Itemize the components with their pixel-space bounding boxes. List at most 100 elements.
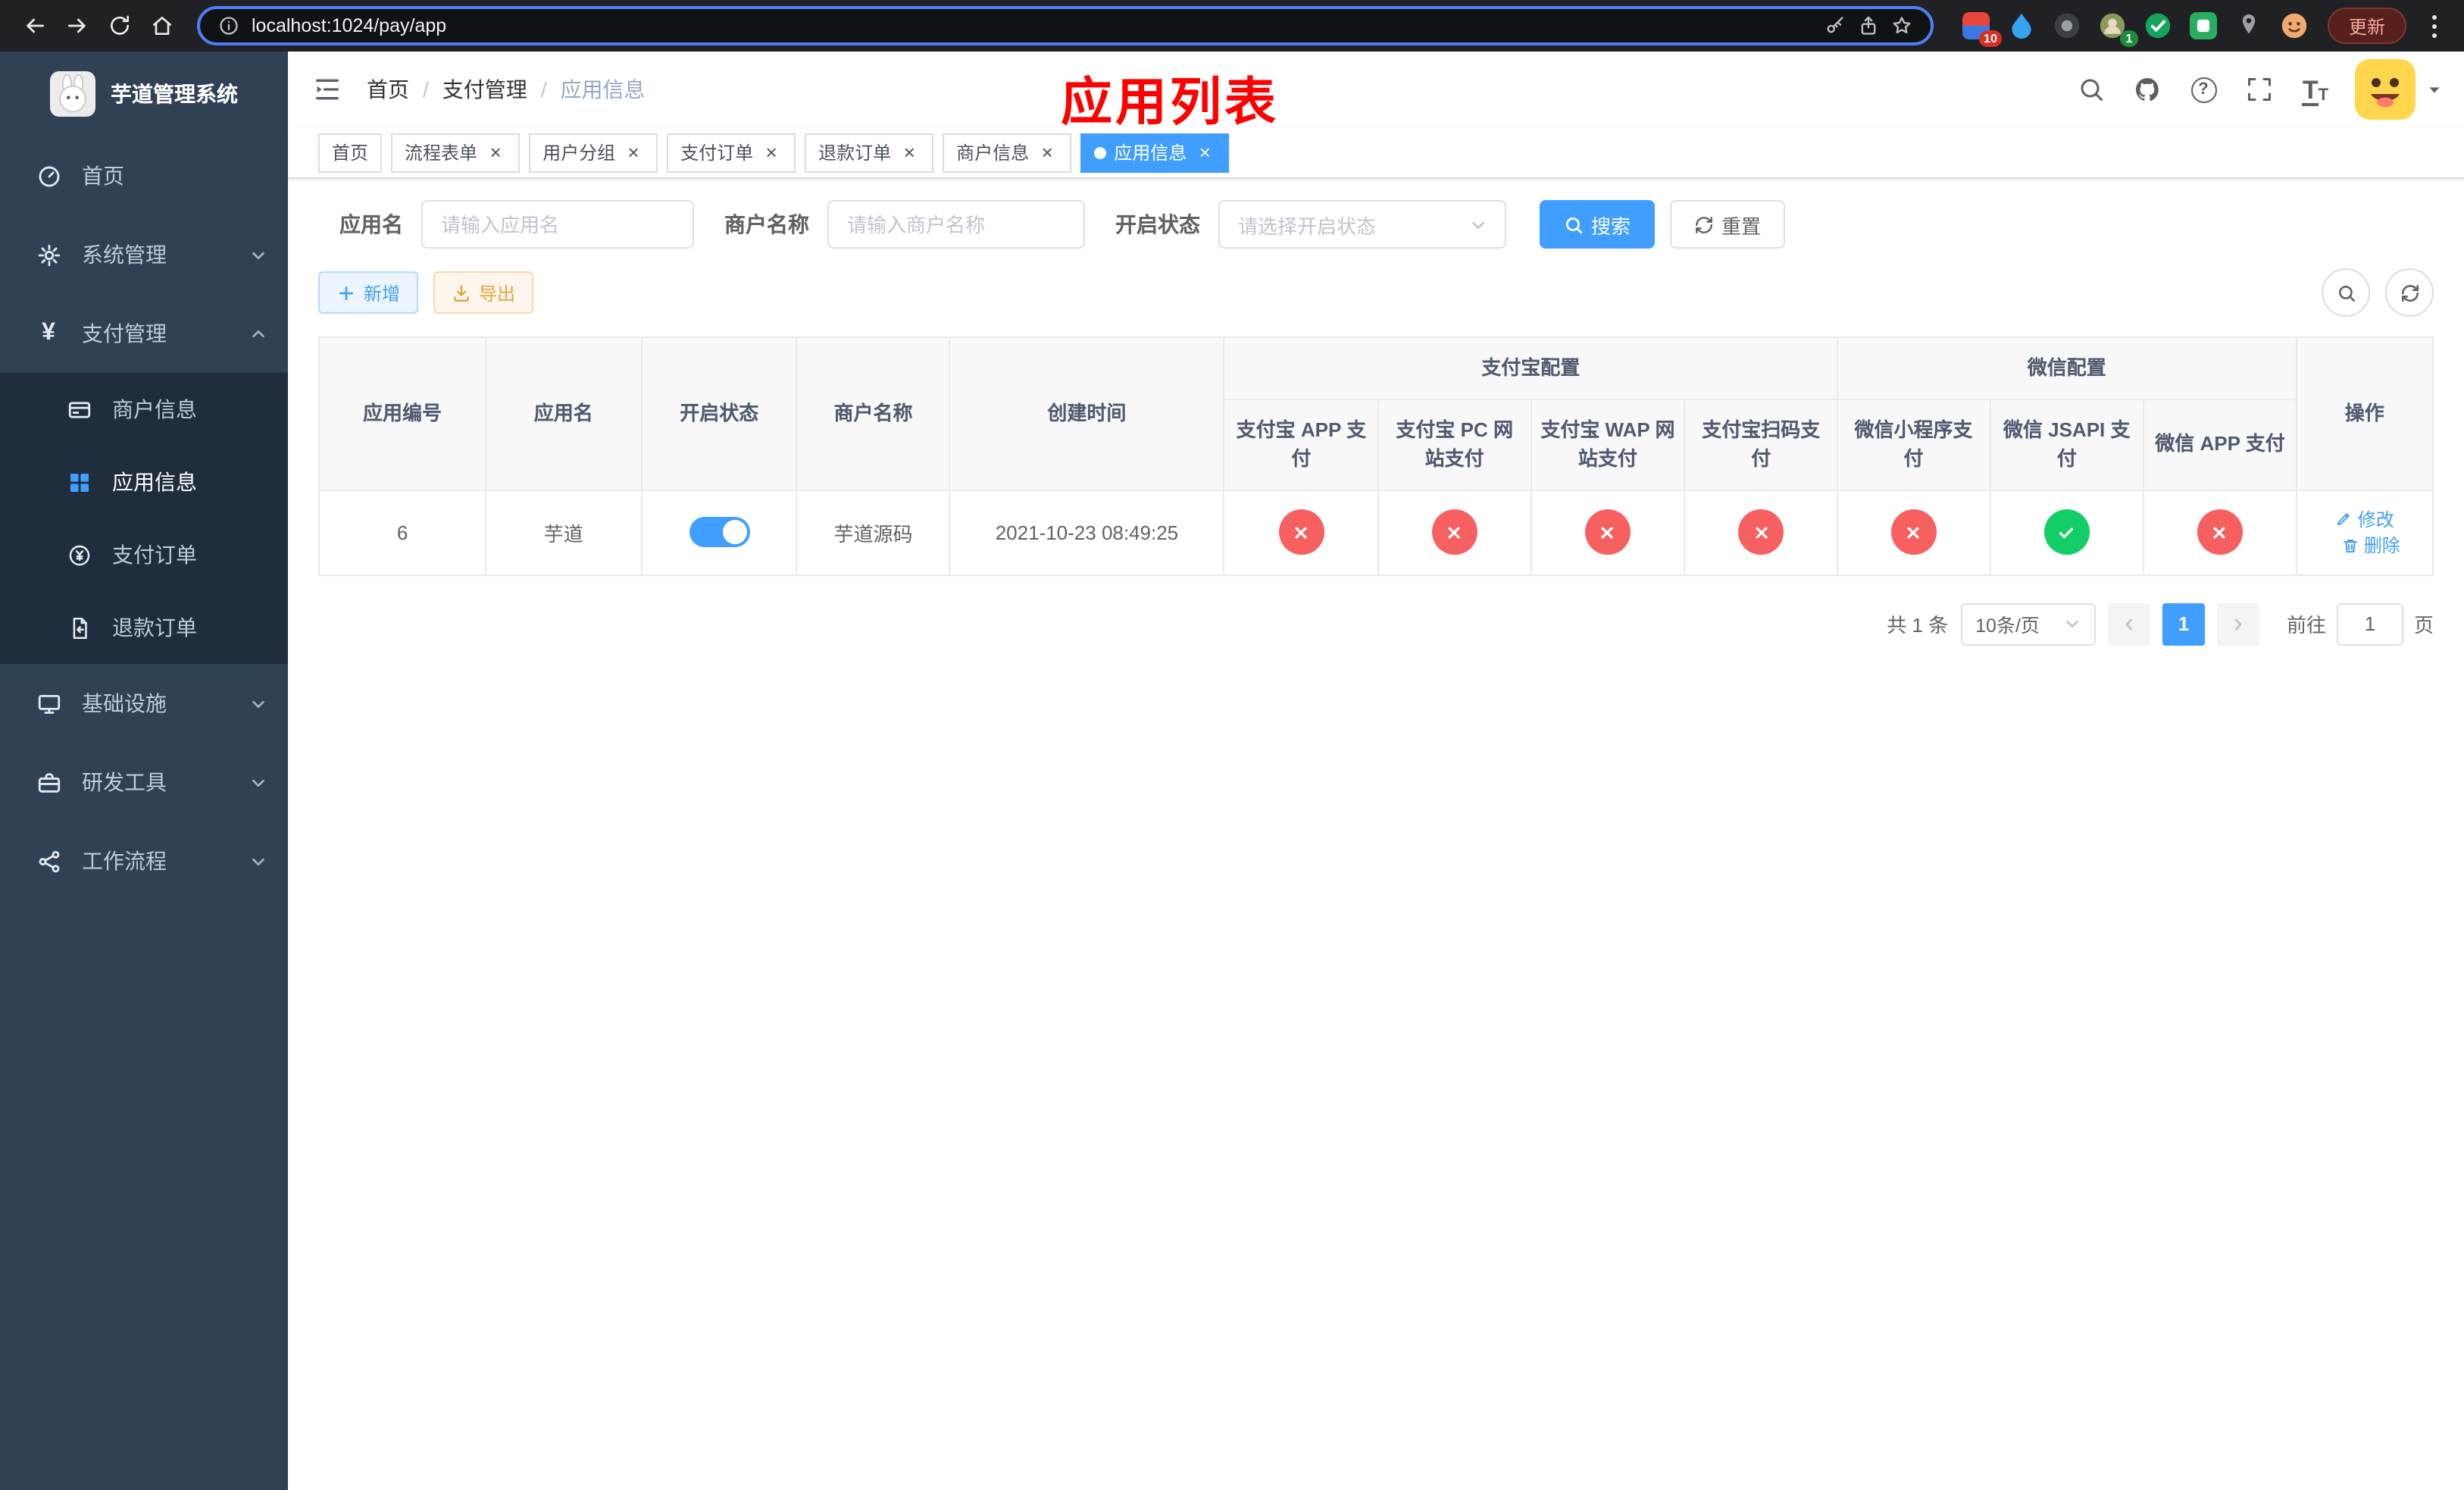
browser-update-button[interactable]: 更新 — [2327, 8, 2406, 44]
next-page-button[interactable] — [2216, 603, 2259, 645]
breadcrumb-home[interactable]: 首页 — [367, 74, 409, 105]
close-icon[interactable]: × — [485, 142, 506, 163]
breadcrumb-payment[interactable]: 支付管理 — [442, 74, 527, 105]
address-bar[interactable]: localhost:1024/pay/app — [197, 6, 1934, 45]
cell-merchant: 芋道源码 — [796, 489, 951, 575]
tab-app-info[interactable]: 应用信息 × — [1080, 133, 1230, 172]
sidebar-item-system[interactable]: 系统管理 — [0, 215, 288, 294]
extension-icon-2[interactable] — [2006, 11, 2037, 41]
sidebar-item-home[interactable]: 首页 — [0, 136, 288, 215]
close-icon[interactable]: × — [761, 142, 782, 163]
sidebar-item-infrastructure[interactable]: 基础设施 — [0, 664, 288, 743]
refresh-table-button[interactable] — [2385, 268, 2434, 317]
extension-icon-3[interactable] — [2052, 11, 2082, 41]
browser-menu-icon[interactable] — [2419, 8, 2449, 44]
col-header-wechat-jsapi: 微信 JSAPI 支付 — [1989, 398, 2145, 490]
share-icon[interactable] — [1858, 15, 1879, 36]
search-icon — [1565, 216, 1583, 233]
page-1-button[interactable]: 1 — [2162, 603, 2205, 645]
url-text[interactable]: localhost:1024/pay/app — [252, 15, 1812, 36]
site-info-icon[interactable] — [218, 15, 239, 36]
app-name-input[interactable] — [441, 213, 674, 236]
page-content: 应用名 商户名称 开启状态 请选择开启状态 — [288, 179, 2464, 1490]
edit-link[interactable]: 修改 — [2335, 506, 2394, 531]
extension-icon-5[interactable] — [2143, 11, 2173, 41]
sidebar-item-pay-order[interactable]: 支付订单 — [0, 518, 288, 591]
status-select[interactable]: 请选择开启状态 — [1218, 200, 1506, 249]
pagination: 共 1 条 10条/页 1 前往 1 页 — [318, 603, 2434, 645]
sidebar-item-workflow[interactable]: 工作流程 — [0, 822, 288, 900]
help-icon[interactable]: ? — [2187, 73, 2220, 106]
config-status-icon — [1278, 509, 1324, 555]
page-size-select[interactable]: 10条/页 — [1960, 603, 2096, 645]
reload-icon — [111, 15, 129, 35]
close-icon[interactable]: × — [899, 142, 920, 163]
app-grid-icon — [64, 469, 94, 495]
col-header-ops: 操作 — [2295, 337, 2434, 490]
col-header-app-name: 应用名 — [485, 337, 643, 490]
cell-wechat-app — [2143, 489, 2297, 575]
merchant-name-input[interactable] — [847, 213, 1065, 236]
sidebar-item-merchant-info[interactable]: 商户信息 — [0, 373, 288, 446]
password-key-icon[interactable] — [1825, 15, 1846, 36]
col-header-merchant: 商户名称 — [796, 337, 951, 490]
total-count: 共 1 条 — [1887, 614, 1949, 637]
col-header-wechat-mini: 微信小程序支付 — [1836, 398, 1991, 490]
tab-home[interactable]: 首页× — [318, 133, 383, 172]
github-icon[interactable] — [2131, 73, 2164, 106]
app-logo-row[interactable]: 芋道管理系统 — [0, 52, 288, 136]
forward-button[interactable] — [58, 6, 97, 45]
extension-icon-6[interactable] — [2188, 11, 2219, 41]
payment-submenu: 商户信息 应用信息 支付订单 退款订单 — [0, 373, 288, 664]
sidebar-item-label: 支付管理 — [82, 321, 167, 346]
fullscreen-icon[interactable] — [2243, 73, 2276, 106]
tab-pay-order[interactable]: 支付订单 × — [667, 133, 796, 172]
reset-button-label: 重置 — [1721, 214, 1762, 237]
tab-user-group[interactable]: 用户分组 × — [529, 133, 658, 172]
sidebar-item-app-info[interactable]: 应用信息 — [0, 446, 288, 518]
cell-created: 2021-10-23 08:49:25 — [949, 489, 1225, 575]
tab-process-form[interactable]: 流程表单 × — [391, 133, 521, 172]
refund-doc-icon — [64, 615, 94, 640]
extension-icon-1[interactable]: 10 — [1961, 11, 2002, 47]
close-icon[interactable]: × — [623, 142, 644, 163]
add-button[interactable]: 新增 — [318, 271, 419, 314]
prev-page-button[interactable] — [2107, 603, 2150, 645]
reset-button[interactable]: 重置 — [1670, 200, 1786, 249]
refresh-icon — [2400, 283, 2419, 302]
monitor-icon — [33, 690, 64, 716]
back-button[interactable] — [15, 6, 55, 45]
extension-icon-4[interactable]: 1 — [2097, 11, 2138, 47]
goto-page-input[interactable] — [2336, 603, 2403, 645]
col-header-alipay-pc: 支付宝 PC 网站支付 — [1377, 398, 1532, 490]
add-button-label: 新增 — [364, 283, 401, 304]
close-icon[interactable]: × — [1194, 142, 1215, 163]
toggle-search-button[interactable] — [2322, 268, 2370, 317]
close-icon[interactable]: × — [1037, 142, 1058, 163]
search-button[interactable]: 搜索 — [1540, 200, 1656, 249]
x-icon — [1449, 526, 1461, 538]
chevron-down-icon — [2064, 615, 2081, 632]
tab-merchant-info[interactable]: 商户信息 × — [943, 133, 1072, 172]
bookmark-star-icon[interactable] — [1891, 15, 1912, 36]
chevron-left-icon — [2125, 618, 2132, 630]
main-area: 首页 / 支付管理 / 应用信息 ? T T 首页 流程表单 × 用户分组 × … — [288, 52, 2464, 1490]
font-size-icon[interactable]: T T — [2299, 73, 2332, 106]
status-switch[interactable] — [689, 517, 750, 547]
home-button[interactable] — [142, 6, 182, 45]
extension-badge: 1 — [2119, 30, 2138, 47]
extension-pin-icon[interactable] — [2234, 11, 2264, 41]
header-search-icon[interactable] — [2075, 73, 2108, 106]
cell-alipay-app — [1223, 489, 1380, 575]
reload-button[interactable] — [100, 6, 139, 45]
extension-icon-7[interactable] — [2279, 11, 2309, 41]
sidebar-item-devtools[interactable]: 研发工具 — [0, 743, 288, 822]
delete-link[interactable]: 删除 — [2341, 532, 2400, 558]
sidebar-item-refund-order[interactable]: 退款订单 — [0, 591, 288, 664]
sidebar-item-payment[interactable]: ¥ 支付管理 — [0, 294, 288, 373]
app-table: 应用编号 应用名 开启状态 商户名称 创建时间 支付宝配置 微信配置 操作 支付… — [317, 337, 2434, 575]
hamburger-icon[interactable] — [288, 74, 367, 105]
tab-refund-order[interactable]: 退款订单 × — [805, 133, 934, 172]
user-menu[interactable] — [2355, 59, 2443, 120]
export-button[interactable]: 导出 — [433, 271, 534, 314]
